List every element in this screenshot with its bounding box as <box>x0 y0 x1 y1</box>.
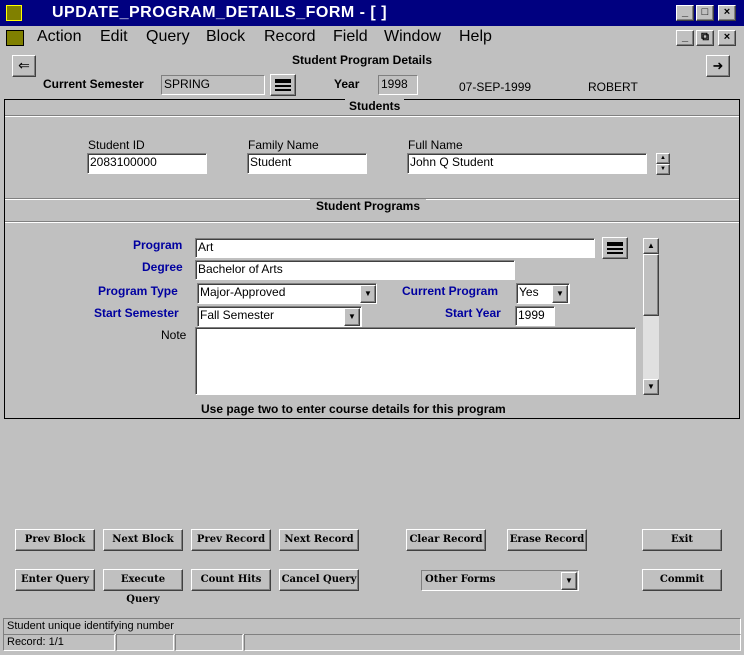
other-forms-select[interactable]: Other Forms ▼ <box>421 570 579 591</box>
status-cell-4 <box>244 634 741 651</box>
scroll-down-icon[interactable]: ▼ <box>643 379 659 395</box>
current-semester-field: SPRING <box>161 75 265 95</box>
execute-query-button[interactable]: Execute Query <box>103 569 183 605</box>
status-message-bar: Student unique identifying number <box>3 618 741 635</box>
students-top-line <box>5 115 739 117</box>
other-forms-dropdown-icon[interactable]: ▼ <box>561 572 577 590</box>
forward-arrow-button[interactable]: ➜ <box>706 55 730 77</box>
current-date: 07-SEP-1999 <box>459 80 532 94</box>
semester-list-button[interactable] <box>270 74 296 96</box>
scroll-up-icon[interactable]: ▲ <box>643 238 659 254</box>
window-title: UPDATE_PROGRAM_DETAILS_FORM - [ ] <box>52 4 388 21</box>
program-input[interactable]: Art <box>195 238 595 258</box>
current-semester-label: Current Semester <box>43 77 144 91</box>
current-user: ROBERT <box>588 80 638 94</box>
erase-record-button[interactable]: Erase Record <box>507 529 587 551</box>
menu-query[interactable]: Query <box>146 28 190 46</box>
programs-scrollbar[interactable]: ▲ ▼ <box>643 238 659 395</box>
year-label: Year <box>334 77 360 91</box>
app-icon <box>6 5 22 21</box>
menu-block[interactable]: Block <box>206 28 245 46</box>
menu-field[interactable]: Field <box>333 28 368 46</box>
exit-button[interactable]: Exit <box>642 529 722 551</box>
full-name-input[interactable]: John Q Student <box>407 153 647 174</box>
status-record: Record: 1/1 <box>7 636 64 648</box>
current-program-value: Yes <box>519 285 539 299</box>
list-icon <box>275 79 291 91</box>
close-button[interactable]: × <box>718 5 736 21</box>
program-type-dropdown-icon[interactable]: ▼ <box>360 285 376 303</box>
programs-hint: Use page two to enter course details for… <box>201 402 506 416</box>
count-hits-button[interactable]: Count Hits <box>191 569 271 591</box>
list-icon <box>607 242 623 254</box>
scroll-up-icon[interactable]: ▲ <box>656 153 670 164</box>
enter-query-button[interactable]: Enter Query <box>15 569 95 591</box>
current-program-dropdown-icon[interactable]: ▼ <box>552 285 568 303</box>
program-type-value: Major-Approved <box>200 285 286 299</box>
commit-button[interactable]: Commit <box>642 569 722 591</box>
menu-window[interactable]: Window <box>384 28 441 46</box>
program-type-label: Program Type <box>98 284 178 298</box>
student-id-label: Student ID <box>88 138 145 152</box>
title-bar: UPDATE_PROGRAM_DETAILS_FORM - [ ] _ □ × <box>0 0 744 26</box>
menu-help[interactable]: Help <box>459 28 492 46</box>
family-name-label: Family Name <box>248 138 319 152</box>
menu-action[interactable]: Action <box>37 28 81 46</box>
status-cell-3 <box>175 634 243 651</box>
menu-record[interactable]: Record <box>264 28 316 46</box>
program-label: Program <box>133 238 183 252</box>
minimize-button[interactable]: _ <box>676 5 694 21</box>
family-name-input[interactable]: Student <box>247 153 367 174</box>
program-list-button[interactable] <box>602 237 628 259</box>
clear-record-button[interactable]: Clear Record <box>406 529 486 551</box>
programs-top-line <box>5 221 739 223</box>
degree-input[interactable]: Bachelor of Arts <box>195 260 515 280</box>
student-id-input[interactable]: 2083100000 <box>87 153 207 174</box>
start-year-label: Start Year <box>445 306 501 320</box>
form-restore-button[interactable]: ⧉ <box>696 30 714 46</box>
note-label: Note <box>161 328 187 342</box>
menu-edit[interactable]: Edit <box>100 28 128 46</box>
full-name-label: Full Name <box>408 138 463 152</box>
program-type-select[interactable]: Major-Approved <box>197 283 377 304</box>
next-record-button[interactable]: Next Record <box>279 529 359 551</box>
cancel-query-button[interactable]: Cancel Query <box>279 569 359 591</box>
students-section-title: Students <box>345 99 405 113</box>
back-arrow-button[interactable]: ⇐ <box>12 55 36 77</box>
prev-record-button[interactable]: Prev Record <box>191 529 271 551</box>
current-program-label: Current Program <box>402 284 499 298</box>
start-year-input[interactable]: 1999 <box>515 306 555 326</box>
programs-section-title: Student Programs <box>310 199 427 213</box>
status-record-cell: Record: 1/1 <box>3 634 115 651</box>
scroll-down-icon[interactable]: ▼ <box>656 164 670 175</box>
start-semester-value: Fall Semester <box>200 308 275 322</box>
status-message: Student unique identifying number <box>7 620 174 632</box>
form-minimize-button[interactable]: _ <box>676 30 694 46</box>
start-semester-dropdown-icon[interactable]: ▼ <box>344 308 360 326</box>
form-icon <box>6 30 24 46</box>
year-field: 1998 <box>378 75 418 95</box>
start-semester-select[interactable]: Fall Semester <box>197 306 362 327</box>
other-forms-value: Other Forms <box>425 574 496 585</box>
next-block-button[interactable]: Next Block <box>103 529 183 551</box>
start-semester-label: Start Semester <box>94 306 179 320</box>
menu-bar: Action Edit Query Block Record Field Win… <box>0 26 744 50</box>
maximize-button[interactable]: □ <box>696 5 714 21</box>
scroll-thumb[interactable] <box>643 254 659 316</box>
form-title: Student Program Details <box>292 53 433 67</box>
prev-block-button[interactable]: Prev Block <box>15 529 95 551</box>
status-cell-2 <box>116 634 174 651</box>
form-close-button[interactable]: × <box>718 30 736 46</box>
students-scroll-spinner[interactable]: ▲ ▼ <box>656 153 670 175</box>
note-textarea[interactable] <box>195 327 636 395</box>
degree-label: Degree <box>142 260 183 274</box>
